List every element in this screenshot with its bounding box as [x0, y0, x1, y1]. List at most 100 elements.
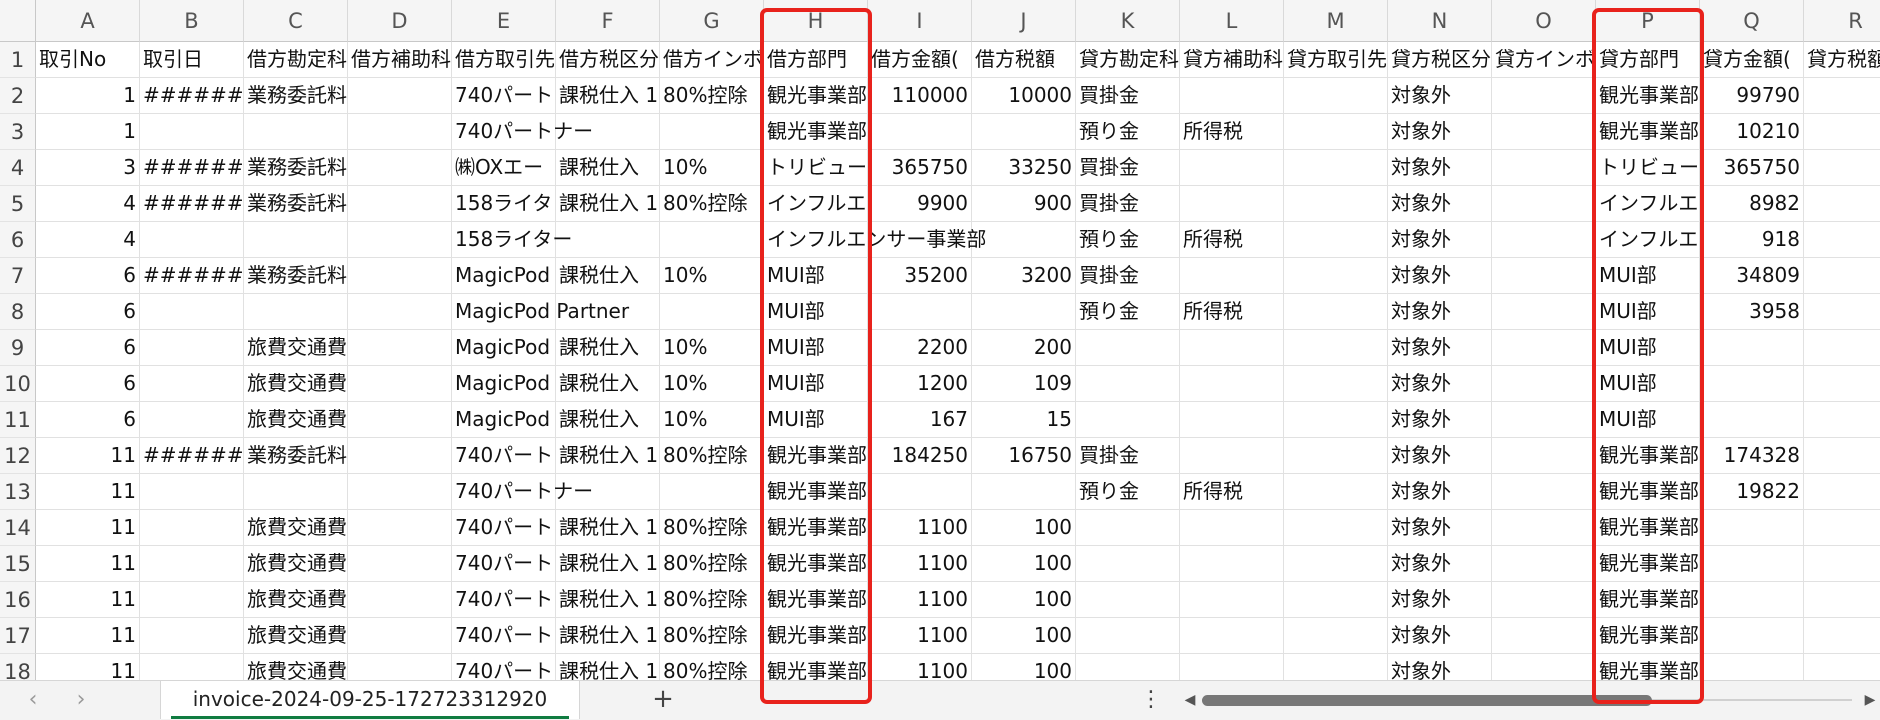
cell-b11[interactable] [140, 402, 244, 438]
cell-o11[interactable] [1492, 402, 1596, 438]
cell-o7[interactable] [1492, 258, 1596, 294]
cell-o14[interactable] [1492, 510, 1596, 546]
cell-g15[interactable]: 80%控除 [660, 546, 764, 582]
cell-a9[interactable]: 6 [36, 330, 140, 366]
cell-m1[interactable]: 貸方取引先 [1284, 42, 1388, 78]
row-header[interactable]: 9 [0, 330, 36, 366]
cell-l5[interactable] [1180, 186, 1284, 222]
cell-d6[interactable] [348, 222, 452, 258]
cell-e6[interactable]: 158ライター [452, 222, 572, 258]
cell-a15[interactable]: 11 [36, 546, 140, 582]
cell-r15[interactable] [1804, 546, 1880, 582]
cell-a13[interactable]: 11 [36, 474, 140, 510]
cell-r7[interactable] [1804, 258, 1880, 294]
cell-p2[interactable]: 観光事業部 [1596, 78, 1700, 114]
scrollbar-thumb[interactable] [1202, 695, 1652, 706]
cell-d10[interactable] [348, 366, 452, 402]
cell-o16[interactable] [1492, 582, 1596, 618]
cell-r9[interactable] [1804, 330, 1880, 366]
cell-o2[interactable] [1492, 78, 1596, 114]
cell-r14[interactable] [1804, 510, 1880, 546]
cell-i16[interactable]: 1100 [868, 582, 972, 618]
cell-j4[interactable]: 33250 [972, 150, 1076, 186]
column-header-p[interactable]: P [1596, 0, 1700, 42]
cell-n4[interactable]: 対象外 [1388, 150, 1492, 186]
row-header[interactable]: 8 [0, 294, 36, 330]
cell-f11[interactable]: 課税仕入 [556, 402, 660, 438]
cell-g5[interactable]: 80%控除 [660, 186, 764, 222]
cell-o4[interactable] [1492, 150, 1596, 186]
cell-e16[interactable]: 740パート [452, 582, 556, 618]
cell-k13[interactable]: 預り金 [1076, 474, 1180, 510]
cell-c9[interactable]: 旅費交通費 [244, 330, 348, 366]
cell-c4[interactable]: 業務委託料 [244, 150, 348, 186]
cell-b13[interactable] [140, 474, 244, 510]
cell-i14[interactable]: 1100 [868, 510, 972, 546]
cell-n7[interactable]: 対象外 [1388, 258, 1492, 294]
cell-o18[interactable] [1492, 654, 1596, 680]
cell-j1[interactable]: 借方税額 [972, 42, 1076, 78]
cell-c17[interactable]: 旅費交通費 [244, 618, 348, 654]
chevron-left-icon[interactable]: ‹ [18, 685, 48, 715]
cell-l10[interactable] [1180, 366, 1284, 402]
column-header-a[interactable]: A [36, 0, 140, 42]
cell-i12[interactable]: 184250 [868, 438, 972, 474]
cell-p6[interactable]: インフルエ [1596, 222, 1700, 258]
cell-e17[interactable]: 740パート [452, 618, 556, 654]
cell-c14[interactable]: 旅費交通費 [244, 510, 348, 546]
cell-e4[interactable]: ㈱OXエー [452, 150, 556, 186]
cell-d9[interactable] [348, 330, 452, 366]
cell-p14[interactable]: 観光事業部 [1596, 510, 1700, 546]
cell-p16[interactable]: 観光事業部 [1596, 582, 1700, 618]
cell-i5[interactable]: 9900 [868, 186, 972, 222]
cell-l13[interactable]: 所得税 [1180, 474, 1284, 510]
cell-p4[interactable]: トリビュー [1596, 150, 1700, 186]
cell-e9[interactable]: MagicPod [452, 330, 556, 366]
cell-q5[interactable]: 8982 [1700, 186, 1804, 222]
cell-g13[interactable] [660, 474, 764, 510]
row-header[interactable]: 4 [0, 150, 36, 186]
cell-h17[interactable]: 観光事業部 [764, 618, 868, 654]
cell-f4[interactable]: 課税仕入 [556, 150, 660, 186]
cell-g12[interactable]: 80%控除 [660, 438, 764, 474]
row-header[interactable]: 17 [0, 618, 36, 654]
cell-h12[interactable]: 観光事業部 [764, 438, 868, 474]
cell-n14[interactable]: 対象外 [1388, 510, 1492, 546]
cell-j15[interactable]: 100 [972, 546, 1076, 582]
cell-c8[interactable] [244, 294, 348, 330]
cell-a8[interactable]: 6 [36, 294, 140, 330]
cell-o9[interactable] [1492, 330, 1596, 366]
cell-k12[interactable]: 買掛金 [1076, 438, 1180, 474]
cell-p11[interactable]: MUI部 [1596, 402, 1700, 438]
cell-c5[interactable]: 業務委託料 [244, 186, 348, 222]
cell-h8[interactable]: MUI部 [764, 294, 868, 330]
cell-f1[interactable]: 借方税区分 [556, 42, 660, 78]
row-header[interactable]: 15 [0, 546, 36, 582]
select-all-corner[interactable] [0, 0, 36, 42]
cell-p13[interactable]: 観光事業部 [1596, 474, 1700, 510]
row-header[interactable]: 14 [0, 510, 36, 546]
cell-l1[interactable]: 貸方補助科 [1180, 42, 1284, 78]
cell-p18[interactable]: 観光事業部 [1596, 654, 1700, 680]
cell-r5[interactable] [1804, 186, 1880, 222]
cell-f10[interactable]: 課税仕入 [556, 366, 660, 402]
cell-d2[interactable] [348, 78, 452, 114]
sheet-tab-invoice[interactable]: invoice-2024-09-25-172723312920 [160, 681, 580, 719]
column-header-g[interactable]: G [660, 0, 764, 42]
cell-d13[interactable] [348, 474, 452, 510]
cell-r10[interactable] [1804, 366, 1880, 402]
cell-d7[interactable] [348, 258, 452, 294]
cell-b7[interactable]: ####### [140, 258, 244, 294]
cell-d14[interactable] [348, 510, 452, 546]
cell-c16[interactable]: 旅費交通費 [244, 582, 348, 618]
add-sheet-button[interactable]: + [648, 683, 678, 715]
cell-j10[interactable]: 109 [972, 366, 1076, 402]
cell-b9[interactable] [140, 330, 244, 366]
cell-a17[interactable]: 11 [36, 618, 140, 654]
cell-h3[interactable]: 観光事業部 [764, 114, 868, 150]
cell-n2[interactable]: 対象外 [1388, 78, 1492, 114]
cell-q7[interactable]: 34809 [1700, 258, 1804, 294]
cell-n15[interactable]: 対象外 [1388, 546, 1492, 582]
cell-i9[interactable]: 2200 [868, 330, 972, 366]
cell-k15[interactable] [1076, 546, 1180, 582]
